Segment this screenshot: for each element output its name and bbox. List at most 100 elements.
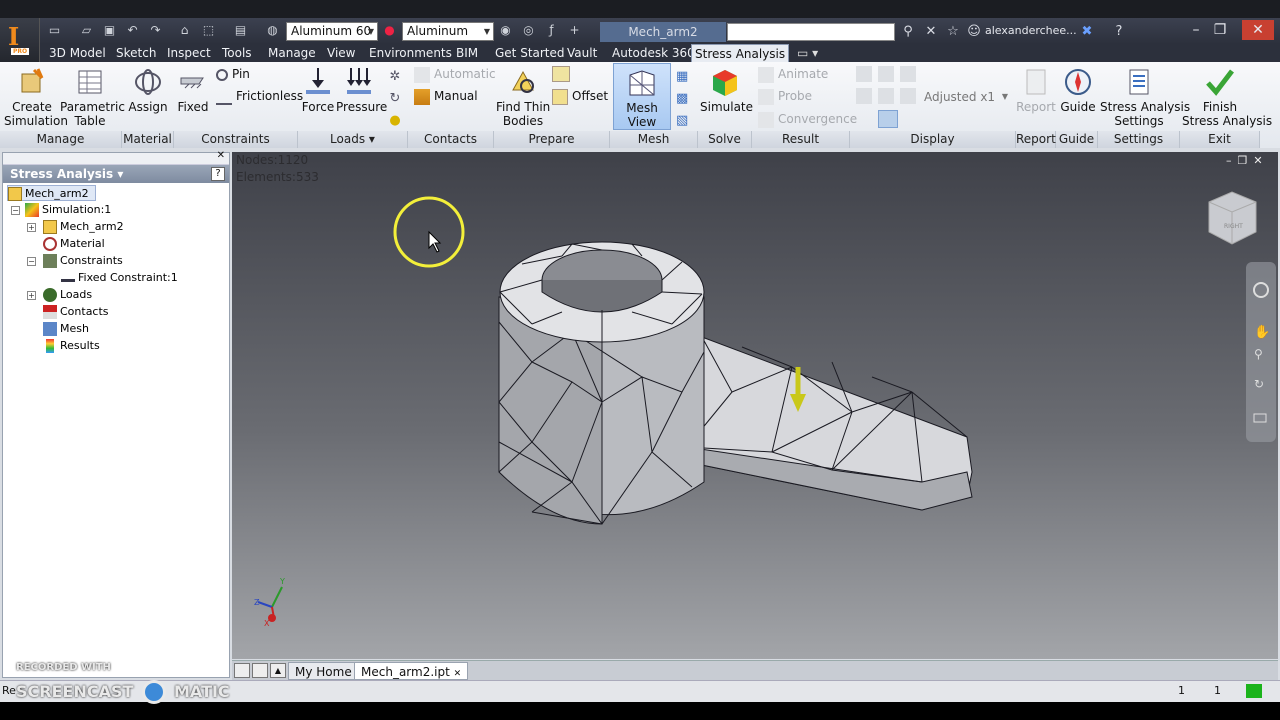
expand-icon[interactable]: + <box>27 291 36 300</box>
tab-get-started[interactable]: Get Started <box>492 44 568 62</box>
finish-stress-analysis-button[interactable]: Finish Stress Analysis <box>1182 66 1272 128</box>
adjust-icon[interactable]: ◉ <box>497 22 514 39</box>
mesh-model[interactable]: Z Y X RIGHT ✋ ⚲ ↻ <box>232 152 1278 659</box>
orbit-icon[interactable]: ↻ <box>1254 377 1264 391</box>
tab-bim[interactable]: BIM <box>453 44 481 62</box>
tools-icon[interactable]: ✕ <box>922 23 940 41</box>
binoculars-icon[interactable]: ⚲ <box>899 23 917 41</box>
assign-button[interactable]: Assign <box>126 66 170 114</box>
help-icon[interactable]: ? <box>211 167 225 181</box>
navigation-bar[interactable]: ✋ ⚲ ↻ <box>1246 262 1276 442</box>
select-icon[interactable]: ⬚ <box>200 22 217 39</box>
plus-icon[interactable]: + <box>566 22 583 39</box>
redo-icon[interactable]: ↷ <box>147 22 164 39</box>
close-icon[interactable]: ✕ <box>217 150 225 161</box>
graphics-viewport[interactable]: Z Y X RIGHT ✋ ⚲ ↻ <box>232 152 1278 659</box>
minimize-icon[interactable]: – <box>1226 154 1238 167</box>
collapse-icon[interactable]: − <box>11 206 20 215</box>
shading-icon[interactable] <box>900 66 916 82</box>
same-scale-icon[interactable] <box>856 66 872 82</box>
expand-icon[interactable]: + <box>27 223 36 232</box>
moment-icon[interactable]: ↻ <box>386 88 404 110</box>
tree-node-simulation[interactable]: Simulation:1 <box>25 202 111 218</box>
zoom-icon[interactable]: ⚲ <box>1254 347 1263 361</box>
displacement-scale-combo[interactable]: Adjusted x1 ▼ <box>920 88 1012 106</box>
material-combo[interactable]: Aluminum 60 ▼ <box>286 22 378 41</box>
automatic-contacts-button[interactable]: Automatic <box>414 65 496 83</box>
tab-overflow-icon[interactable]: ▭ ▾ <box>794 44 821 62</box>
tab-environments[interactable]: Environments <box>366 44 455 62</box>
find-thin-bodies-button[interactable]: Find Thin Bodies <box>496 66 550 128</box>
new-icon[interactable]: ▭ <box>46 22 63 39</box>
user-icon[interactable]: ☺ <box>965 23 983 41</box>
cascade-windows-icon[interactable] <box>252 663 268 678</box>
convergence-settings-icon[interactable]: ▧ <box>676 110 692 132</box>
animate-button[interactable]: Animate <box>758 65 828 83</box>
tab-my-home[interactable]: My Home <box>288 662 359 680</box>
report-button[interactable]: Report <box>1016 66 1056 114</box>
home-icon[interactable]: ⌂ <box>176 22 193 39</box>
frictionless-button[interactable]: Frictionless <box>216 87 303 105</box>
restore-icon[interactable]: ❐ <box>1238 154 1254 167</box>
pressure-button[interactable]: Pressure <box>336 66 387 114</box>
tree-node-mesh[interactable]: Mesh <box>43 321 89 337</box>
simulate-button[interactable]: Simulate <box>700 66 753 114</box>
tree-node-results[interactable]: Results <box>43 338 100 354</box>
view-cube[interactable]: RIGHT <box>1208 191 1257 245</box>
viewport-window-controls[interactable]: –❐✕ <box>1226 154 1269 167</box>
collapse-icon[interactable]: − <box>27 257 36 266</box>
minimize-button[interactable]: – <box>1184 20 1208 40</box>
midsurface-icon[interactable] <box>552 66 570 82</box>
tab-tools[interactable]: Tools <box>219 44 255 62</box>
tree-node-fixed-constraint[interactable]: Fixed Constraint:1 <box>61 270 178 286</box>
open-icon[interactable]: ▱ <box>78 22 95 39</box>
close-icon[interactable]: ✕ <box>1253 154 1268 167</box>
tab-view[interactable]: View <box>324 44 358 62</box>
tab-stress-analysis[interactable]: Stress Analysis <box>691 44 790 62</box>
tree-node-part[interactable]: Mech_arm2 <box>7 185 96 201</box>
fx-icon[interactable]: ƒ <box>543 22 560 39</box>
fixed-constraint-button[interactable]: Fixed <box>174 66 212 114</box>
local-mesh-icon[interactable]: ▩ <box>676 88 692 110</box>
restore-button[interactable]: ❐ <box>1208 20 1232 40</box>
guide-button[interactable]: Guide <box>1058 66 1098 114</box>
max-value-icon[interactable] <box>878 88 894 104</box>
clear-icon[interactable]: ◎ <box>520 22 537 39</box>
convergence-button[interactable]: Convergence <box>758 110 857 128</box>
pin-button[interactable]: Pin <box>216 65 250 83</box>
offset-button[interactable]: Offset <box>552 87 608 105</box>
user-name[interactable]: alexanderchee... <box>985 24 1077 37</box>
tab-vault[interactable]: Vault <box>564 44 600 62</box>
pan-icon[interactable]: ✋ <box>1254 324 1270 340</box>
star-icon[interactable]: ☆ <box>944 23 962 41</box>
tree-node-loads[interactable]: Loads <box>43 287 92 303</box>
tab-inspect[interactable]: Inspect <box>164 44 214 62</box>
open-documents-icon[interactable]: ▲ <box>270 663 286 678</box>
mesh-settings-icon[interactable]: ▦ <box>676 66 692 88</box>
tile-windows-icon[interactable] <box>234 663 250 678</box>
stress-analysis-settings-button[interactable]: Stress Analysis Settings <box>1100 66 1190 128</box>
tab-manage[interactable]: Manage <box>265 44 319 62</box>
force-button[interactable]: Force <box>300 66 336 114</box>
app-logo-icon[interactable]: I PRO <box>0 18 40 62</box>
tab-3d-model[interactable]: 3D Model <box>46 44 109 62</box>
tree-node-model[interactable]: Mech_arm2 <box>43 219 124 235</box>
tab-mech-arm2[interactable]: Mech_arm2.ipt ✕ <box>354 662 469 680</box>
browser-title[interactable]: Stress Analysis ▾ <box>3 165 229 183</box>
tree-node-material[interactable]: Material <box>43 236 105 252</box>
boundary-icon[interactable] <box>856 88 872 104</box>
parametric-table-button[interactable]: Parametric Table <box>60 66 125 128</box>
tree-node-constraints[interactable]: Constraints <box>43 253 123 269</box>
probe-button[interactable]: Probe <box>758 87 812 105</box>
exchange-icon[interactable]: ✖ <box>1078 23 1096 41</box>
close-tab-icon[interactable]: ✕ <box>454 669 462 679</box>
undo-icon[interactable]: ↶ <box>124 22 141 39</box>
search-input[interactable] <box>727 23 895 41</box>
manual-contacts-button[interactable]: Manual <box>414 87 478 105</box>
bearing-load-icon[interactable]: ✲ <box>386 66 404 88</box>
panel-loads-label[interactable]: Loads ▾ <box>298 131 408 148</box>
mesh-view-button[interactable]: Mesh View <box>613 63 671 130</box>
tab-autodesk-360[interactable]: Autodesk 360 <box>609 44 698 62</box>
appearance-combo[interactable]: Aluminum ▼ <box>402 22 494 41</box>
min-value-icon[interactable] <box>900 88 916 104</box>
